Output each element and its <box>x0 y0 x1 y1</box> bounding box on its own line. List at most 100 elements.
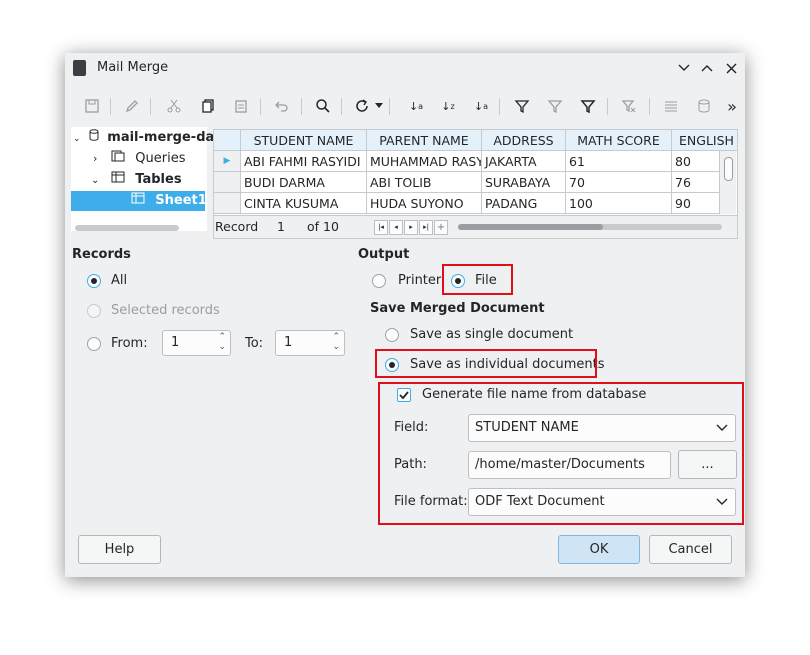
spin-arrows-icon[interactable]: ⌃ ⌄ <box>332 332 340 352</box>
toolbar-separator <box>301 98 302 115</box>
records-all-radio[interactable] <box>87 274 101 288</box>
save-record-icon[interactable] <box>81 95 103 117</box>
record-total: of 10 <box>307 219 339 234</box>
expand-icon[interactable] <box>697 53 717 83</box>
table-cell[interactable]: CINTA KUSUMA <box>241 193 367 214</box>
table-cell[interactable]: ABI TOLIB <box>367 172 482 193</box>
tree-horizontal-scrollbar[interactable] <box>75 225 179 231</box>
records-from-radio[interactable] <box>87 337 101 351</box>
undo-icon[interactable] <box>271 95 293 117</box>
table-cell[interactable]: HUDA SUYONO <box>367 193 482 214</box>
table-cell[interactable]: 100 <box>566 193 672 214</box>
chevron-right-icon[interactable]: › <box>93 149 107 169</box>
table-cell[interactable]: ABI FAHMI RASYIDI <box>241 151 367 172</box>
record-navigation-bar: Record 1 of 10 |◂ ◂ ▸ ▸| + <box>214 215 737 238</box>
help-button[interactable]: Help <box>78 535 161 564</box>
from-label[interactable]: From: <box>111 336 148 351</box>
to-value: 1 <box>284 335 293 350</box>
scrollbar-thumb[interactable] <box>458 224 603 230</box>
row-indicator[interactable] <box>214 172 241 193</box>
database-fields-icon[interactable] <box>693 95 715 117</box>
find-icon[interactable] <box>312 95 334 117</box>
cancel-button[interactable]: Cancel <box>649 535 732 564</box>
refresh-dropdown-icon[interactable] <box>373 95 385 117</box>
file-highlight-box <box>442 264 513 295</box>
chevron-down-icon[interactable]: ⌄ <box>91 171 107 191</box>
table-cell[interactable]: BUDI DARMA <box>241 172 367 193</box>
sort-icon[interactable]: ↓ a <box>470 95 492 117</box>
tree-item-queries[interactable]: › Queries <box>93 149 185 169</box>
printer-label[interactable]: Printer <box>398 273 441 288</box>
save-single-label[interactable]: Save as single document <box>410 327 573 342</box>
tables-icon <box>111 170 131 190</box>
toolbar-separator <box>607 98 608 115</box>
toolbar-separator <box>389 98 390 115</box>
table-cell[interactable]: 70 <box>566 172 672 193</box>
text-icon[interactable] <box>660 95 682 117</box>
chevron-down-icon[interactable]: ⌄ <box>73 129 85 149</box>
table-cell[interactable]: 90 <box>672 193 720 214</box>
from-value: 1 <box>171 335 180 350</box>
filename-options-highlight-box <box>378 382 744 525</box>
next-record-icon[interactable]: ▸ <box>404 220 418 235</box>
autofilter-icon[interactable] <box>511 95 533 117</box>
table-cell[interactable]: SURABAYA <box>482 172 566 193</box>
to-spinbox[interactable]: 1 ⌃ ⌄ <box>275 330 345 356</box>
refresh-icon[interactable] <box>351 95 373 117</box>
scrollbar-thumb[interactable] <box>724 157 733 181</box>
copy-icon[interactable] <box>197 95 219 117</box>
close-icon[interactable] <box>721 53 741 83</box>
reset-filter-icon[interactable] <box>618 95 640 117</box>
table-cell[interactable]: 80 <box>672 151 720 172</box>
tree-label-tables: Tables <box>135 172 182 187</box>
collapse-icon[interactable] <box>674 53 694 83</box>
column-header[interactable]: ADDRESS <box>482 130 566 151</box>
records-heading: Records <box>72 247 131 262</box>
app-icon <box>73 60 86 76</box>
sort-descending-icon[interactable]: ↓ z <box>437 95 459 117</box>
edit-icon[interactable] <box>121 95 143 117</box>
more-icon[interactable]: » <box>721 95 743 117</box>
column-header[interactable]: ENGLISH <box>672 130 737 151</box>
table-cell[interactable]: MUHAMMAD RASY <box>367 151 482 172</box>
records-selected-radio[interactable] <box>87 304 101 318</box>
paste-icon[interactable] <box>230 95 252 117</box>
spin-arrows-icon[interactable]: ⌃ ⌄ <box>218 332 226 352</box>
records-selected-label[interactable]: Selected records <box>111 303 220 318</box>
cut-icon[interactable] <box>163 95 185 117</box>
last-record-icon[interactable]: ▸| <box>419 220 433 235</box>
printer-radio[interactable] <box>372 274 386 288</box>
to-label: To: <box>245 336 264 351</box>
table-cell[interactable]: JAKARTA <box>482 151 566 172</box>
table-cell[interactable]: 61 <box>566 151 672 172</box>
from-spinbox[interactable]: 1 ⌃ ⌄ <box>162 330 231 356</box>
toolbar-separator <box>499 98 500 115</box>
row-indicator[interactable] <box>214 193 241 214</box>
column-header[interactable]: PARENT NAME <box>367 130 482 151</box>
column-header[interactable]: STUDENT NAME <box>241 130 367 151</box>
table-cell[interactable]: PADANG <box>482 193 566 214</box>
first-record-icon[interactable]: |◂ <box>374 220 388 235</box>
column-header[interactable]: MATH SCORE <box>566 130 672 151</box>
new-record-icon[interactable]: + <box>434 220 448 235</box>
table-cell[interactable]: 76 <box>672 172 720 193</box>
ok-button[interactable]: OK <box>558 535 640 564</box>
records-all-label[interactable]: All <box>111 273 127 288</box>
grid-horizontal-scrollbar[interactable] <box>458 224 722 230</box>
previous-record-icon[interactable]: ◂ <box>389 220 403 235</box>
individual-highlight-box <box>375 349 597 378</box>
tree-item-database[interactable]: ⌄ mail-merge-da <box>73 128 214 148</box>
data-source-tree: ⌄ mail-merge-da › Queries ⌄ Tables Sheet… <box>71 127 214 231</box>
grid-vertical-scrollbar[interactable] <box>720 151 736 214</box>
filter-icon[interactable] <box>577 95 599 117</box>
title-bar: Mail Merge <box>65 53 745 83</box>
tree-item-tables[interactable]: ⌄ Tables <box>91 170 182 190</box>
record-current[interactable]: 1 <box>277 219 285 234</box>
row-indicator[interactable]: ▶ <box>214 151 241 172</box>
tree-label-sheet1: Sheet1 <box>155 193 207 208</box>
sort-ascending-icon[interactable]: ↓ a <box>405 95 427 117</box>
toolbar-separator <box>260 98 261 115</box>
tree-item-sheet1[interactable]: Sheet1 <box>71 191 207 211</box>
standard-filter-icon[interactable] <box>544 95 566 117</box>
save-single-radio[interactable] <box>385 328 399 342</box>
